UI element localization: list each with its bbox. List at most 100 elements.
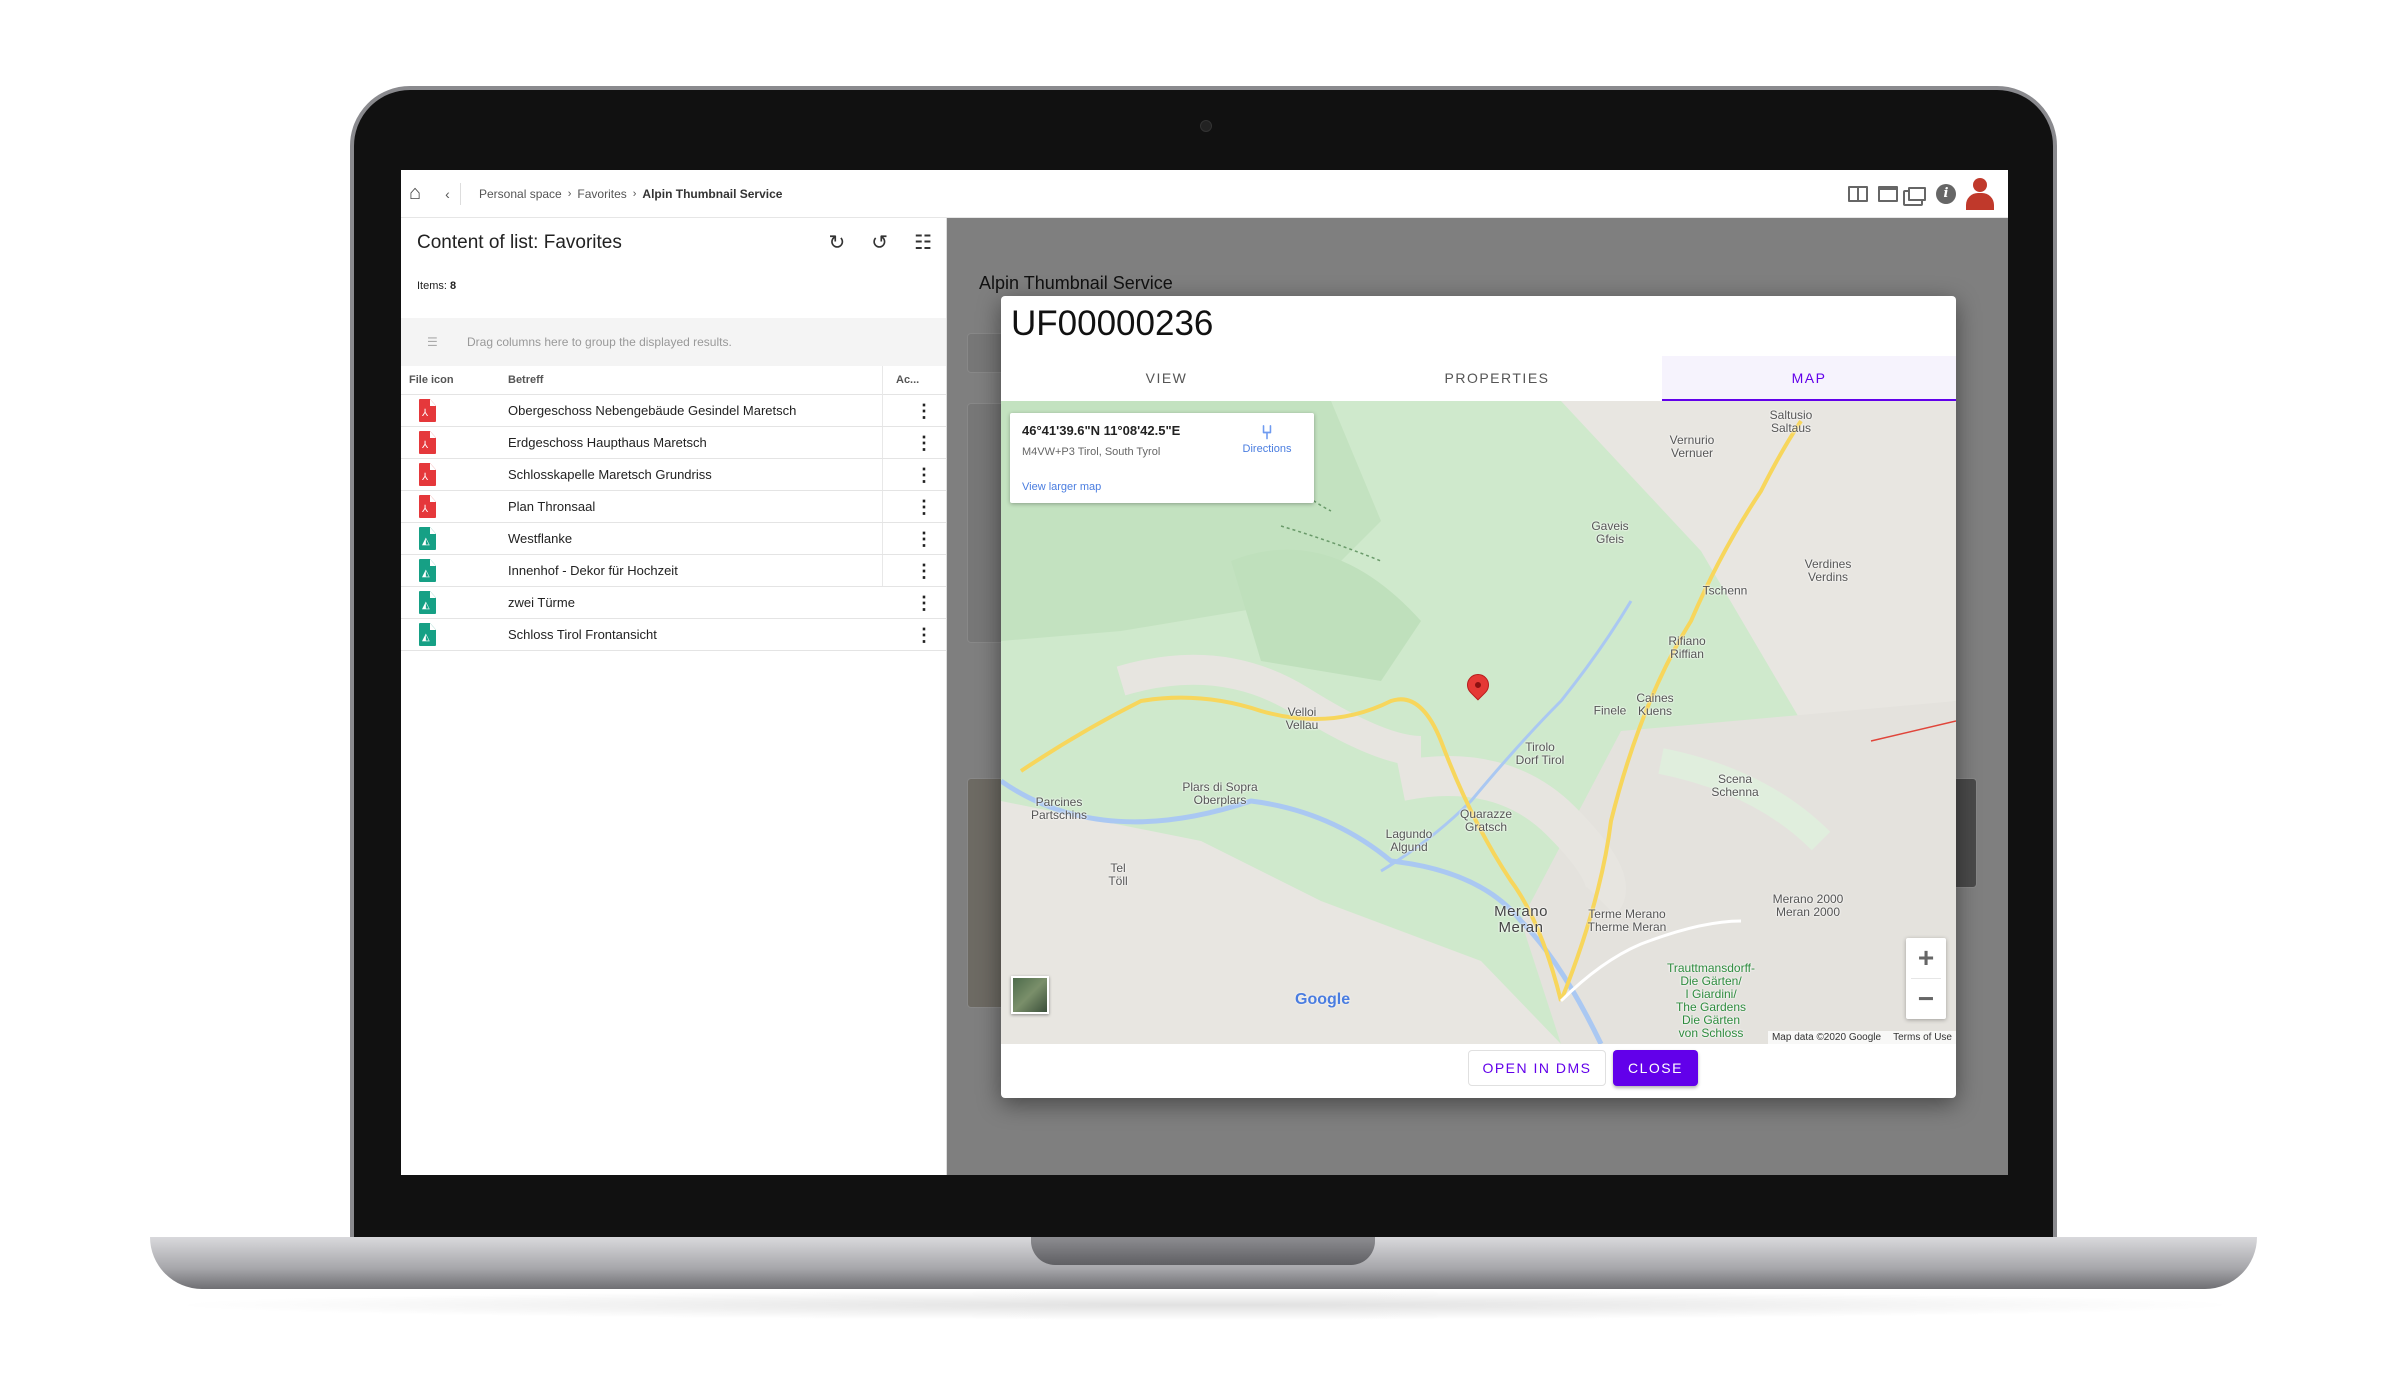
map-place-label[interactable]: Tschenn [1703,584,1748,598]
map-place-label[interactable]: Tel Töll [1108,862,1127,888]
zoom-in-button[interactable]: + [1906,938,1946,978]
column-actions[interactable]: Ac... [896,374,919,386]
map-place-label[interactable]: Velloi Vellau [1286,706,1319,732]
user-avatar-icon[interactable] [1966,178,1994,210]
column-betreff[interactable]: Betreff [508,374,543,386]
pdf-file-icon: ⅄ [419,463,436,486]
more-actions-icon[interactable]: ⋮ [909,465,939,487]
map-place-label[interactable]: Trauttmansdorff- Die Gärten/ I Giardini/… [1667,962,1755,1040]
table-row[interactable]: ◭ Schloss Tirol Frontansicht ⋮ [401,619,946,651]
table-row[interactable]: ◭ Innenhof - Dekor für Hochzeit ⋮ [401,555,946,587]
map-place-label[interactable]: Caines Kuens [1636,692,1673,718]
image-file-icon: ◭ [419,527,436,550]
laptop-notch [1031,1237,1375,1265]
map-place-label[interactable]: Vernurio Vernuer [1670,434,1715,460]
more-actions-icon[interactable]: ⋮ [909,561,939,583]
refresh-icon[interactable]: ↻ [829,230,846,255]
list-panel: Content of list: Favorites ↻ ↺ ☷ Items: … [401,218,947,1175]
more-actions-icon[interactable]: ⋮ [909,401,939,423]
table-row[interactable]: ⅄ Plan Thronsaal ⋮ [401,491,946,523]
map-place-label[interactable]: Finele [1594,704,1627,718]
more-actions-icon[interactable]: ⋮ [909,625,939,647]
satellite-toggle[interactable] [1011,976,1049,1014]
map-place-label[interactable]: Parcines Partschins [1031,796,1087,822]
breadcrumb-favorites[interactable]: Favorites [577,187,626,201]
zoom-out-button[interactable]: − [1906,979,1946,1019]
more-actions-icon[interactable]: ⋮ [909,433,939,455]
google-logo: Google [1295,991,1351,1008]
table-row[interactable]: ◭ zwei Türme ⋮ [401,587,946,619]
map-place-label[interactable]: Tirolo Dorf Tirol [1516,741,1565,767]
camera [1200,120,1212,132]
open-in-dms-button[interactable]: OPEN IN DMS [1468,1050,1606,1086]
tab-view[interactable]: VIEW [1001,356,1332,401]
dialog-footer: OPEN IN DMS CLOSE [1001,1044,1956,1098]
breadcrumb-personal-space[interactable]: Personal space [479,187,562,201]
map-place-label[interactable]: Verdines Verdins [1805,558,1852,584]
pdf-file-icon: ⅄ [419,431,436,454]
dialog-title: UF00000236 [1011,304,1214,343]
map-data-text: Map data ©2020 Google [1771,1032,1882,1043]
map-place-label[interactable]: Scena Schenna [1711,773,1758,799]
tab-properties[interactable]: PROPERTIES [1332,356,1662,401]
map-place-label[interactable]: Plars di Sopra Oberplars [1182,781,1257,807]
new-window-icon[interactable] [1908,187,1926,201]
breadcrumb-separator-icon: › [632,187,637,200]
row-title: Schlosskapelle Maretsch Grundriss [508,467,712,482]
items-count: Items: 8 [417,280,456,292]
zoom-control: + − [1906,938,1946,1019]
row-title: zwei Türme [508,595,575,610]
back-chevron-icon[interactable]: ‹ [435,182,461,205]
screen: ⌂ ‹ Personal space › Favorites › Alpin T… [401,170,2008,1175]
map-place-label[interactable]: Quarazze Gratsch [1460,808,1512,834]
tab-map[interactable]: MAP [1662,356,1956,401]
top-bar: ⌂ ‹ Personal space › Favorites › Alpin T… [401,170,2008,218]
single-view-icon[interactable] [1878,186,1898,202]
map-place-label[interactable]: Terme Merano Therme Meran [1588,908,1667,934]
map-attribution: Map data ©2020 Google Terms of Use [1767,1031,1956,1044]
map-place-label[interactable]: Gaveis Gfeis [1591,520,1628,546]
table-body: ⅄ Obergeschoss Nebengebäude Gesindel Mar… [401,395,946,651]
map-place-label[interactable]: Merano Meran [1494,904,1548,936]
map-place-label[interactable]: Merano 2000 Meran 2000 [1773,893,1844,919]
home-icon[interactable]: ⌂ [409,182,435,205]
table-row[interactable]: ⅄ Schlosskapelle Maretsch Grundriss ⋮ [401,459,946,491]
coordinates: 46°41'39.6"N 11°08'42.5"E [1022,423,1181,438]
row-title: Erdgeschoss Haupthaus Maretsch [508,435,707,450]
view-larger-map-link[interactable]: View larger map [1022,481,1101,493]
map-place-label[interactable]: Rifiano Riffian [1668,635,1705,661]
image-file-icon: ◭ [419,591,436,614]
list-title: Content of list: Favorites [417,232,622,253]
table-row[interactable]: ⅄ Erdgeschoss Haupthaus Maretsch ⋮ [401,427,946,459]
info-icon[interactable]: i [1936,184,1956,204]
split-view-icon[interactable] [1848,186,1868,202]
row-title: Plan Thronsaal [508,499,596,514]
place-info-card: 46°41'39.6"N 11°08'42.5"E M4VW+P3 Tirol,… [1010,413,1314,503]
breadcrumb-current: Alpin Thumbnail Service [642,186,783,201]
group-by-area[interactable]: ☰ Drag columns here to group the displaye… [401,318,946,366]
directions-label: Directions [1242,443,1292,455]
map-place-label[interactable]: Saltusio Saltaus [1770,409,1813,435]
more-actions-icon[interactable]: ⋮ [909,529,939,551]
plus-code: M4VW+P3 Tirol, South Tyrol [1022,446,1161,458]
history-icon[interactable]: ↺ [871,230,888,255]
image-file-icon: ◭ [419,623,436,646]
list-view-icon[interactable]: ☷ [914,230,932,255]
breadcrumb-separator-icon: › [567,187,572,200]
table-row[interactable]: ◭ Westflanke ⋮ [401,523,946,555]
directions-icon: ⑂ [1261,422,1273,444]
table-row[interactable]: ⅄ Obergeschoss Nebengebäude Gesindel Mar… [401,395,946,427]
pdf-file-icon: ⅄ [419,399,436,422]
group-hint: Drag columns here to group the displayed… [467,335,732,349]
more-actions-icon[interactable]: ⋮ [909,497,939,519]
dialog-tabs: VIEW PROPERTIES MAP [1001,356,1956,401]
directions-button[interactable]: ⑂ Directions [1235,423,1299,455]
map-place-label[interactable]: Lagundo Algund [1386,828,1433,854]
document-dialog: UF00000236 VIEW PROPERTIES MAP Saltusio … [1001,296,1956,1098]
more-actions-icon[interactable]: ⋮ [909,593,939,615]
group-list-icon: ☰ [427,335,438,349]
close-button[interactable]: CLOSE [1613,1050,1698,1086]
column-file-icon[interactable]: File icon [409,374,454,386]
terms-link[interactable]: Terms of Use [1893,1032,1952,1043]
map-view[interactable]: Saltusio Saltaus Vernurio Vernuer Gaveis G… [1001,401,1956,1044]
